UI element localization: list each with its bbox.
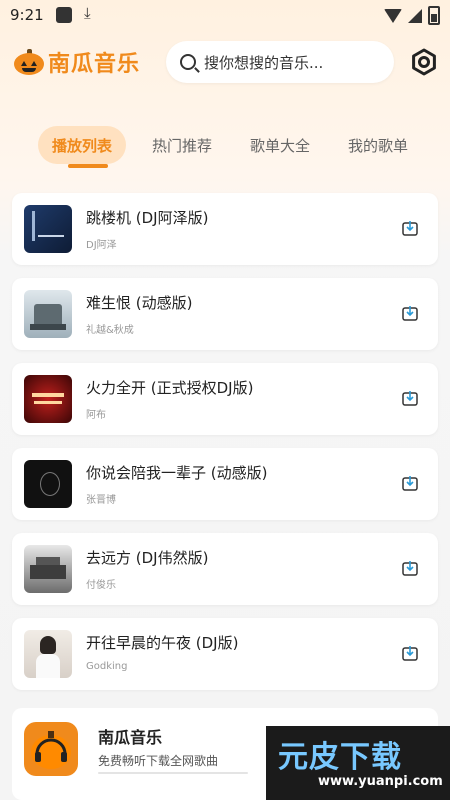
- watermark-logo: 元皮下载: [278, 740, 402, 775]
- banner-subtitle: 免费畅听下载全网歌曲: [98, 754, 219, 768]
- banner-title: 南瓜音乐: [98, 728, 163, 747]
- tab-playlist[interactable]: 播放列表: [38, 126, 126, 164]
- search-input[interactable]: 搜你想搜的音乐...: [166, 41, 394, 83]
- song-title: 你说会陪我一辈子 (动感版): [86, 464, 268, 482]
- header: 南瓜音乐 搜你想搜的音乐...: [0, 36, 450, 92]
- song-title: 火力全开 (正式授权DJ版): [86, 379, 254, 397]
- song-title: 去远方 (DJ伟然版): [86, 549, 209, 567]
- song-row[interactable]: 开往早晨的午夜 (DJ版) Godking: [12, 618, 438, 690]
- song-row[interactable]: 去远方 (DJ伟然版) 付俊乐: [12, 533, 438, 605]
- song-cover: [24, 205, 72, 253]
- song-title: 难生恨 (动感版): [86, 294, 193, 312]
- song-row[interactable]: 难生恨 (动感版) 礼越&秋成: [12, 278, 438, 350]
- song-cover: [24, 375, 72, 423]
- tab-songlists[interactable]: 歌单大全: [236, 126, 324, 164]
- song-artist: 阿布: [86, 410, 106, 421]
- app-logo: 南瓜音乐: [14, 46, 140, 78]
- download-icon[interactable]: [402, 390, 418, 406]
- headphones-icon: [31, 731, 71, 769]
- song-title: 开往早晨的午夜 (DJ版): [86, 634, 239, 652]
- watermark-url: www.yuanpi.com: [318, 774, 443, 789]
- watermark: 元皮下载 www.yuanpi.com: [266, 726, 450, 800]
- download-icon[interactable]: [402, 475, 418, 491]
- status-time: 9:21: [10, 6, 44, 24]
- song-artist: DJ阿泽: [86, 240, 117, 251]
- app-icon: [24, 722, 78, 776]
- tab-indicator: [68, 164, 108, 168]
- settings-icon[interactable]: [410, 48, 438, 76]
- download-status-icon: ⤓: [84, 4, 91, 22]
- song-artist: 礼越&秋成: [86, 325, 134, 336]
- song-artist: 张晋博: [86, 495, 116, 506]
- download-icon[interactable]: [402, 305, 418, 321]
- notification-icon: [56, 7, 72, 23]
- song-cover: [24, 545, 72, 593]
- song-artist: Godking: [86, 661, 128, 672]
- song-cover: [24, 290, 72, 338]
- download-icon[interactable]: [402, 560, 418, 576]
- signal-icon: [408, 8, 422, 23]
- status-bar: 9:21 ⤓: [0, 0, 450, 30]
- tab-my-songlists[interactable]: 我的歌单: [334, 126, 422, 164]
- song-cover: [24, 460, 72, 508]
- search-icon: [180, 54, 196, 70]
- download-icon[interactable]: [402, 220, 418, 236]
- tab-hot[interactable]: 热门推荐: [138, 126, 226, 164]
- song-title: 跳楼机 (DJ阿泽版): [86, 209, 209, 227]
- song-row[interactable]: 你说会陪我一辈子 (动感版) 张晋博: [12, 448, 438, 520]
- song-row[interactable]: 跳楼机 (DJ阿泽版) DJ阿泽: [12, 193, 438, 265]
- wifi-icon: [384, 8, 402, 23]
- song-artist: 付俊乐: [86, 580, 116, 591]
- song-row[interactable]: 火力全开 (正式授权DJ版) 阿布: [12, 363, 438, 435]
- song-cover: [24, 630, 72, 678]
- tab-bar: 播放列表 热门推荐 歌单大全 我的歌单: [38, 126, 450, 166]
- battery-icon: [428, 6, 440, 25]
- divider: [98, 772, 248, 774]
- download-icon[interactable]: [402, 645, 418, 661]
- app-name: 南瓜音乐: [48, 52, 141, 77]
- pumpkin-icon: [14, 49, 44, 75]
- search-placeholder: 搜你想搜的音乐...: [204, 53, 324, 72]
